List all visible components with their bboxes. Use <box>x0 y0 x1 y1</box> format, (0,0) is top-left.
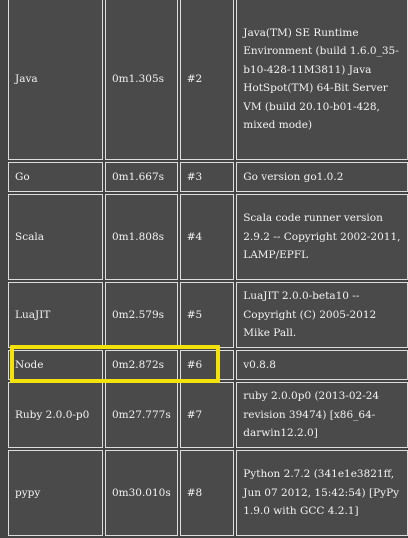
rank-cell: #2 <box>179 0 235 160</box>
rank-cell: #8 <box>179 450 235 536</box>
table-row: Ruby 2.0.0-p0 0m27.777s #7 ruby 2.0.0p0 … <box>8 382 408 448</box>
time-cell: 0m1.808s <box>104 194 178 280</box>
rank-cell: #6 <box>179 350 235 380</box>
language-cell: Scala <box>8 194 103 280</box>
language-cell: LuaJIT <box>8 282 103 348</box>
language-cell: Ruby 2.0.0-p0 <box>8 382 103 448</box>
language-cell: Java <box>8 0 103 160</box>
time-cell: 0m1.667s <box>104 162 178 192</box>
table-row: LuaJIT 0m2.579s #5 LuaJIT 2.0.0-beta10 -… <box>8 282 408 348</box>
version-cell: ruby 2.0.0p0 (2013-02-24 revision 39474)… <box>236 382 408 448</box>
time-cell: 0m27.777s <box>104 382 178 448</box>
time-cell: 0m1.305s <box>104 0 178 160</box>
time-cell: 0m2.872s <box>104 350 178 380</box>
rank-cell: #3 <box>179 162 235 192</box>
time-cell: 0m30.010s <box>104 450 178 536</box>
version-cell: Go version go1.0.2 <box>236 162 408 192</box>
table-row: Scala 0m1.808s #4 Scala code runner vers… <box>8 194 408 280</box>
benchmark-table-container: Java 0m1.305s #2 Java(TM) SE Runtime Env… <box>6 0 408 538</box>
time-cell: 0m2.579s <box>104 282 178 348</box>
rank-cell: #5 <box>179 282 235 348</box>
table-row: Go 0m1.667s #3 Go version go1.0.2 <box>8 162 408 192</box>
version-cell: Java(TM) SE Runtime Environment (build 1… <box>236 0 408 160</box>
language-cell: pypy <box>8 450 103 536</box>
language-cell: Go <box>8 162 103 192</box>
version-cell: Python 2.7.2 (341e1e3821ff, Jun 07 2012,… <box>236 450 408 536</box>
version-cell: v0.8.8 <box>236 350 408 380</box>
version-cell: Scala code runner version 2.9.2 -- Copyr… <box>236 194 408 280</box>
rank-cell: #4 <box>179 194 235 280</box>
table-row: Java 0m1.305s #2 Java(TM) SE Runtime Env… <box>8 0 408 160</box>
benchmark-table: Java 0m1.305s #2 Java(TM) SE Runtime Env… <box>6 0 408 538</box>
table-row-highlighted: Node 0m2.872s #6 v0.8.8 <box>8 350 408 380</box>
language-cell: Node <box>8 350 103 380</box>
version-cell: LuaJIT 2.0.0-beta10 -- Copyright (C) 200… <box>236 282 408 348</box>
rank-cell: #7 <box>179 382 235 448</box>
table-row: pypy 0m30.010s #8 Python 2.7.2 (341e1e38… <box>8 450 408 536</box>
